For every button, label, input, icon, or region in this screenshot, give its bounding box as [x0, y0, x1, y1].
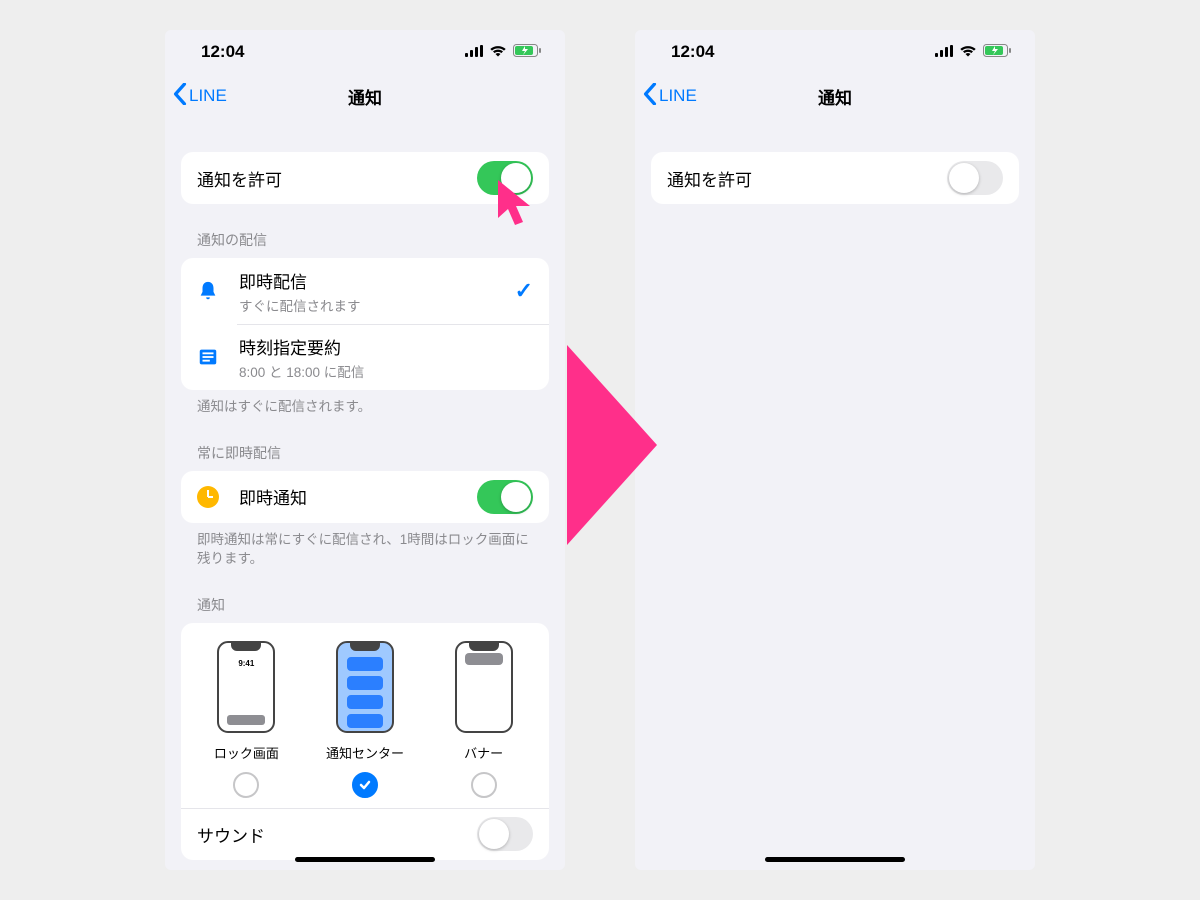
delivery-instant-row[interactable]: 即時配信 すぐに配信されます ✓ — [181, 258, 549, 324]
transition-arrow-icon — [567, 345, 657, 550]
cursor-arrow-icon — [494, 178, 540, 235]
allow-notifications-label: 通知を許可 — [667, 166, 947, 191]
battery-charging-icon — [513, 42, 541, 62]
always-group: 即時通知 — [181, 471, 549, 523]
style-notification-center[interactable]: 通知センター — [315, 641, 415, 798]
status-bar: 12:04 — [635, 30, 1035, 74]
page-title: 通知 — [818, 84, 852, 109]
newspaper-icon — [197, 346, 229, 368]
wifi-icon — [959, 42, 977, 62]
always-instant-toggle[interactable] — [477, 480, 533, 514]
style-center-radio[interactable] — [352, 772, 378, 798]
nav-bar: LINE 通知 — [165, 74, 565, 118]
bell-icon — [197, 280, 229, 302]
delivery-scheduled-sub: 8:00 と 18:00 に配信 — [239, 361, 533, 381]
back-button[interactable]: LINE — [643, 83, 697, 110]
style-banner-radio[interactable] — [471, 772, 497, 798]
lock-screen-preview-icon: 9:41 — [217, 641, 275, 733]
allow-notifications-toggle[interactable] — [947, 161, 1003, 195]
style-banner[interactable]: バナー — [434, 641, 534, 798]
home-indicator[interactable] — [765, 857, 905, 862]
home-indicator[interactable] — [295, 857, 435, 862]
delivery-scheduled-title: 時刻指定要約 — [239, 334, 533, 359]
always-instant-row[interactable]: 即時通知 — [181, 471, 549, 523]
status-right — [935, 42, 1011, 62]
battery-charging-icon — [983, 42, 1011, 62]
sound-label: サウンド — [197, 822, 477, 847]
sound-toggle[interactable] — [477, 817, 533, 851]
status-time: 12:04 — [201, 42, 244, 62]
style-banner-label: バナー — [464, 743, 503, 762]
styles-header: 通知 — [197, 595, 549, 615]
delivery-group: 即時配信 すぐに配信されます ✓ 時刻指定要約 8:00 と 18:00 に配信 — [181, 258, 549, 390]
back-label: LINE — [189, 86, 227, 106]
banner-preview-icon — [455, 641, 513, 733]
nav-bar: LINE 通知 — [635, 74, 1035, 118]
back-button[interactable]: LINE — [173, 83, 227, 110]
chevron-left-icon — [643, 83, 657, 110]
chevron-left-icon — [173, 83, 187, 110]
always-header: 常に即時配信 — [197, 443, 549, 463]
clock-icon — [197, 486, 229, 508]
style-center-label: 通知センター — [326, 743, 404, 762]
style-lock-radio[interactable] — [233, 772, 259, 798]
styles-group: 9:41 ロック画面 通知センター — [181, 623, 549, 860]
status-right — [465, 42, 541, 62]
signal-icon — [935, 42, 953, 62]
status-bar: 12:04 — [165, 30, 565, 74]
allow-notifications-group: 通知を許可 — [651, 152, 1019, 204]
delivery-scheduled-row[interactable]: 時刻指定要約 8:00 と 18:00 に配信 — [181, 324, 549, 390]
page-title: 通知 — [348, 84, 382, 109]
delivery-footer: 通知はすぐに配信されます。 — [197, 398, 533, 417]
notification-center-preview-icon — [336, 641, 394, 733]
always-footer: 即時通知は常にすぐに配信され、1時間はロック画面に残ります。 — [197, 531, 533, 569]
style-lock-label: ロック画面 — [214, 743, 279, 762]
wifi-icon — [489, 42, 507, 62]
allow-notifications-row[interactable]: 通知を許可 — [651, 152, 1019, 204]
delivery-instant-sub: すぐに配信されます — [239, 295, 515, 315]
back-label: LINE — [659, 86, 697, 106]
always-instant-label: 即時通知 — [239, 484, 477, 509]
style-lock-screen[interactable]: 9:41 ロック画面 — [196, 641, 296, 798]
phone-right-settings-notifications-off: 12:04 LINE 通知 通知を許可 — [635, 30, 1035, 870]
status-time: 12:04 — [671, 42, 714, 62]
checkmark-icon: ✓ — [515, 278, 533, 304]
phone-left-settings-notifications-on: 12:04 LINE 通知 通知を許可 — [165, 30, 565, 870]
sound-row[interactable]: サウンド — [181, 808, 549, 860]
delivery-instant-title: 即時配信 — [239, 268, 515, 293]
allow-notifications-label: 通知を許可 — [197, 166, 477, 191]
signal-icon — [465, 42, 483, 62]
